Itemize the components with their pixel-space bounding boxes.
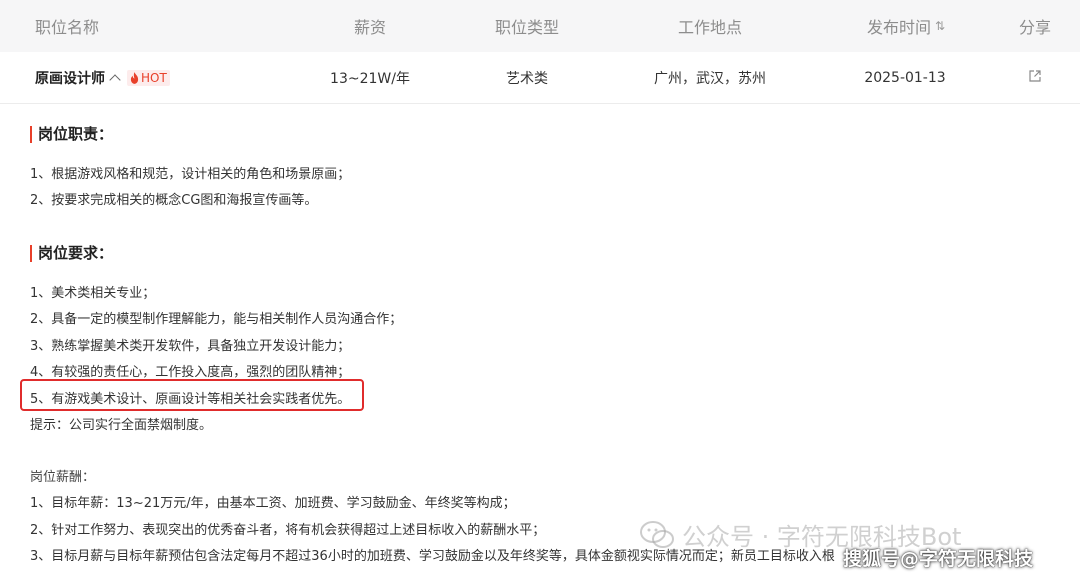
chevron-up-icon[interactable]	[109, 73, 121, 86]
list-item: 4、有较强的责任心，工作投入度高，强烈的团队精神；	[30, 365, 351, 380]
header-job-type: 职位类型	[494, 18, 559, 37]
job-location: 广州，武汉，苏州	[654, 70, 766, 87]
job-title[interactable]: 原画设计师	[35, 68, 105, 88]
table-row[interactable]: 原画设计师 HOT 13~21W/年 艺术类 广州，武汉，苏州 2025-01-…	[0, 52, 1080, 104]
header-position-name: 职位名称	[35, 18, 100, 37]
share-cell[interactable]	[1000, 52, 1070, 103]
duties-title: 岗位职责：	[30, 126, 113, 143]
header-publish-date-label: 发布时间	[866, 18, 931, 37]
share-icon[interactable]	[1029, 69, 1041, 82]
sohu-watermark: 搜狐号@字符无限科技	[843, 548, 1034, 570]
hot-badge-label: HOT	[141, 70, 167, 85]
list-item: 1、根据游戏风格和规范，设计相关的角色和场景原画；	[30, 167, 351, 182]
header-location: 工作地点	[677, 18, 742, 37]
job-salary: 13~21W/年	[330, 70, 410, 87]
list-item-highlighted: 5、有游戏美术设计、原画设计等相关社会实践者优先。	[30, 392, 351, 407]
list-item: 2、具备一定的模型制作理解能力，能与相关制作人员沟通合作；	[30, 312, 403, 327]
header-salary: 薪资	[353, 18, 386, 37]
requirements-title: 岗位要求：	[30, 245, 113, 262]
job-type: 艺术类	[506, 70, 548, 87]
tip-text: 提示：公司实行全面禁烟制度。	[30, 418, 213, 433]
header-share: 分享	[1018, 18, 1051, 37]
sort-icon[interactable]: ⇅	[935, 19, 945, 33]
hot-badge: HOT	[127, 69, 170, 86]
list-item: 1、目标年薪：13~21万元/年，由基本工资、加班费、学习鼓励金、年终奖等构成；	[30, 496, 516, 511]
list-item: 2、针对工作努力、表现突出的优秀奋斗者，将有机会获得超过上述目标收入的薪酬水平；	[30, 523, 546, 538]
compensation-title: 岗位薪酬：	[30, 470, 96, 485]
header-publish-date[interactable]: 发布时间 ⇅	[830, 0, 980, 52]
list-item: 2、按要求完成相关的概念CG图和海报宣传画等。	[30, 193, 318, 208]
job-name-cell[interactable]: 原画设计师 HOT	[35, 52, 170, 103]
flame-icon	[130, 71, 139, 84]
table-header: 职位名称 薪资 职位类型 工作地点 发布时间 ⇅ 分享	[0, 0, 1080, 52]
wechat-icon	[640, 520, 674, 548]
list-item: 3、熟练掌握美术类开发软件，具备独立开发设计能力；	[30, 339, 351, 354]
list-item: 1、美术类相关专业；	[30, 286, 156, 301]
job-publish-date: 2025-01-13	[864, 69, 946, 86]
